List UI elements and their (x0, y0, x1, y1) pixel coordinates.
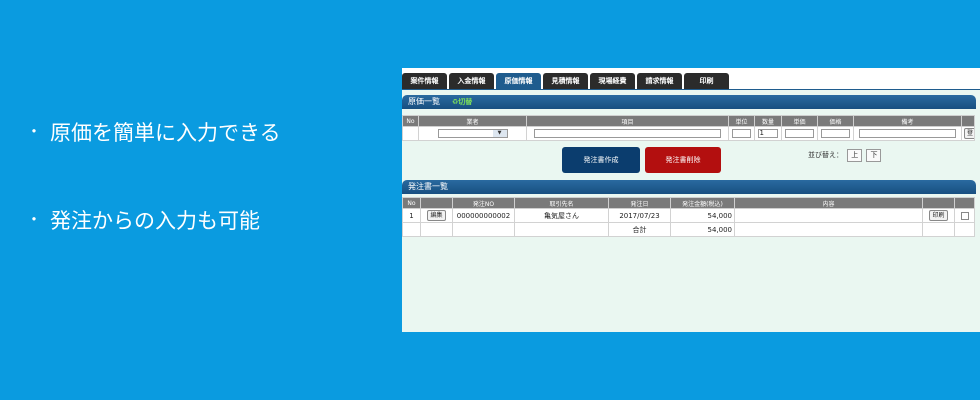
col-quantity: 数量 (754, 115, 782, 127)
order-table-header: No 発注NO 取引先名 発注日 発注金額(税込) 内容 (402, 197, 975, 209)
cost-input-row: ▼ 1 登 (402, 126, 975, 141)
cell-empty (922, 222, 955, 237)
cell-empty (452, 222, 515, 237)
cell-no (402, 126, 419, 141)
order-section-title: 発注書一覧 (408, 182, 448, 191)
col-content: 内容 (734, 197, 923, 209)
col-print (922, 197, 955, 209)
print-button[interactable]: 印刷 (929, 210, 948, 221)
register-button[interactable]: 登 (964, 128, 974, 139)
cell-empty (734, 222, 923, 237)
cell-content (734, 208, 923, 223)
unit-price-input[interactable] (784, 129, 815, 138)
cell-order-amount: 54,000 (670, 208, 735, 223)
sort-label: 並び替え： (808, 151, 843, 159)
cell-vendor-name: 亀気屋さん (514, 208, 609, 223)
tab-project-info[interactable]: 案件情報 (402, 73, 447, 89)
order-table: No 発注NO 取引先名 発注日 発注金額(税込) 内容 1 編集 000000… (402, 197, 975, 237)
refresh-label: 切替 (458, 98, 473, 106)
price-input[interactable] (820, 129, 851, 138)
col-order-no: 発注NO (452, 197, 515, 209)
cell-unit-price (781, 126, 818, 141)
col-vendor-name: 取引先名 (514, 197, 609, 209)
cell-order-date: 2017/07/23 (608, 208, 671, 223)
col-unit-price: 単価 (781, 115, 818, 127)
notes-input[interactable] (858, 129, 957, 138)
total-row: 合計 54,000 (402, 222, 975, 237)
bullet-text: 原価を簡単に入力できる (50, 121, 281, 145)
col-action (961, 115, 975, 127)
col-vendor: 業者 (418, 115, 527, 127)
cell-order-no: 000000000002 (452, 208, 515, 223)
sort-up-button[interactable]: 上 (847, 149, 863, 162)
col-no: No (402, 115, 419, 127)
total-amount: 54,000 (670, 222, 735, 237)
tab-site-expenses[interactable]: 現場経費 (590, 73, 635, 89)
tab-bar: 案件情報 入金情報 原価情報 見積情報 現場経費 請求情報 印刷 (402, 68, 980, 90)
total-label: 合計 (608, 222, 671, 237)
tab-billing-info[interactable]: 請求情報 (637, 73, 682, 89)
cost-table-header: No 業者 項目 単位 数量 単価 価格 備考 (402, 115, 975, 127)
app-screenshot: 案件情報 入金情報 原価情報 見積情報 現場経費 請求情報 印刷 原価一覧 ♻切… (402, 68, 980, 332)
cell-empty (420, 222, 453, 237)
col-no: No (402, 197, 421, 209)
bullet-item: ・発注からの入力も可能 (26, 205, 260, 235)
cell-check (954, 208, 975, 223)
sort-controls: 並び替え： 上 下 (808, 149, 882, 162)
tab-cost-info[interactable]: 原価情報 (496, 73, 541, 89)
cell-empty (514, 222, 609, 237)
table-row: 1 編集 000000000002 亀気屋さん 2017/07/23 54,00… (402, 208, 975, 223)
bullet-dot-icon: ・ (26, 210, 43, 229)
delete-order-button[interactable]: 発注書削除 (645, 147, 721, 173)
sort-down-button[interactable]: 下 (866, 149, 882, 162)
edit-button[interactable]: 編集 (427, 210, 446, 221)
col-item: 項目 (526, 115, 729, 127)
cell-vendor: ▼ (418, 126, 527, 141)
cell-action: 登 (961, 126, 975, 141)
vendor-select[interactable]: ▼ (437, 129, 508, 138)
col-unit: 単位 (728, 115, 755, 127)
cell-quantity: 1 (754, 126, 782, 141)
tab-payment-info[interactable]: 入金情報 (449, 73, 494, 89)
cell-item (526, 126, 729, 141)
order-section-header: 発注書一覧 (402, 180, 976, 194)
create-order-button[interactable]: 発注書作成 (562, 147, 640, 173)
col-price: 価格 (817, 115, 854, 127)
bullet-dot-icon: ・ (26, 122, 43, 141)
cell-notes (853, 126, 962, 141)
cell-empty (954, 222, 975, 237)
unit-input[interactable] (731, 129, 752, 138)
col-edit (420, 197, 453, 209)
row-checkbox[interactable] (960, 211, 969, 220)
tab-print[interactable]: 印刷 (684, 73, 729, 89)
cell-price (817, 126, 854, 141)
refresh-toggle[interactable]: ♻切替 (452, 95, 472, 109)
bullet-text: 発注からの入力も可能 (50, 209, 261, 233)
cell-no: 1 (402, 208, 421, 223)
col-order-amount: 発注金額(税込) (670, 197, 735, 209)
col-check (954, 197, 975, 209)
tab-estimate-info[interactable]: 見積情報 (543, 73, 588, 89)
col-order-date: 発注日 (608, 197, 671, 209)
cost-table: No 業者 項目 単位 数量 単価 価格 備考 ▼ 1 登 (402, 115, 975, 141)
col-notes: 備考 (853, 115, 962, 127)
cell-unit (728, 126, 755, 141)
bullet-item: ・原価を簡単に入力できる (26, 117, 281, 147)
cost-section-header: 原価一覧 ♻切替 (402, 95, 976, 109)
cost-section-title: 原価一覧 (408, 97, 440, 106)
quantity-input[interactable]: 1 (757, 129, 779, 138)
chevron-down-icon: ▼ (492, 130, 507, 137)
tab-underline (402, 89, 980, 90)
cell-empty (402, 222, 421, 237)
item-input[interactable] (533, 129, 722, 138)
cell-edit: 編集 (420, 208, 453, 223)
cell-print: 印刷 (922, 208, 955, 223)
